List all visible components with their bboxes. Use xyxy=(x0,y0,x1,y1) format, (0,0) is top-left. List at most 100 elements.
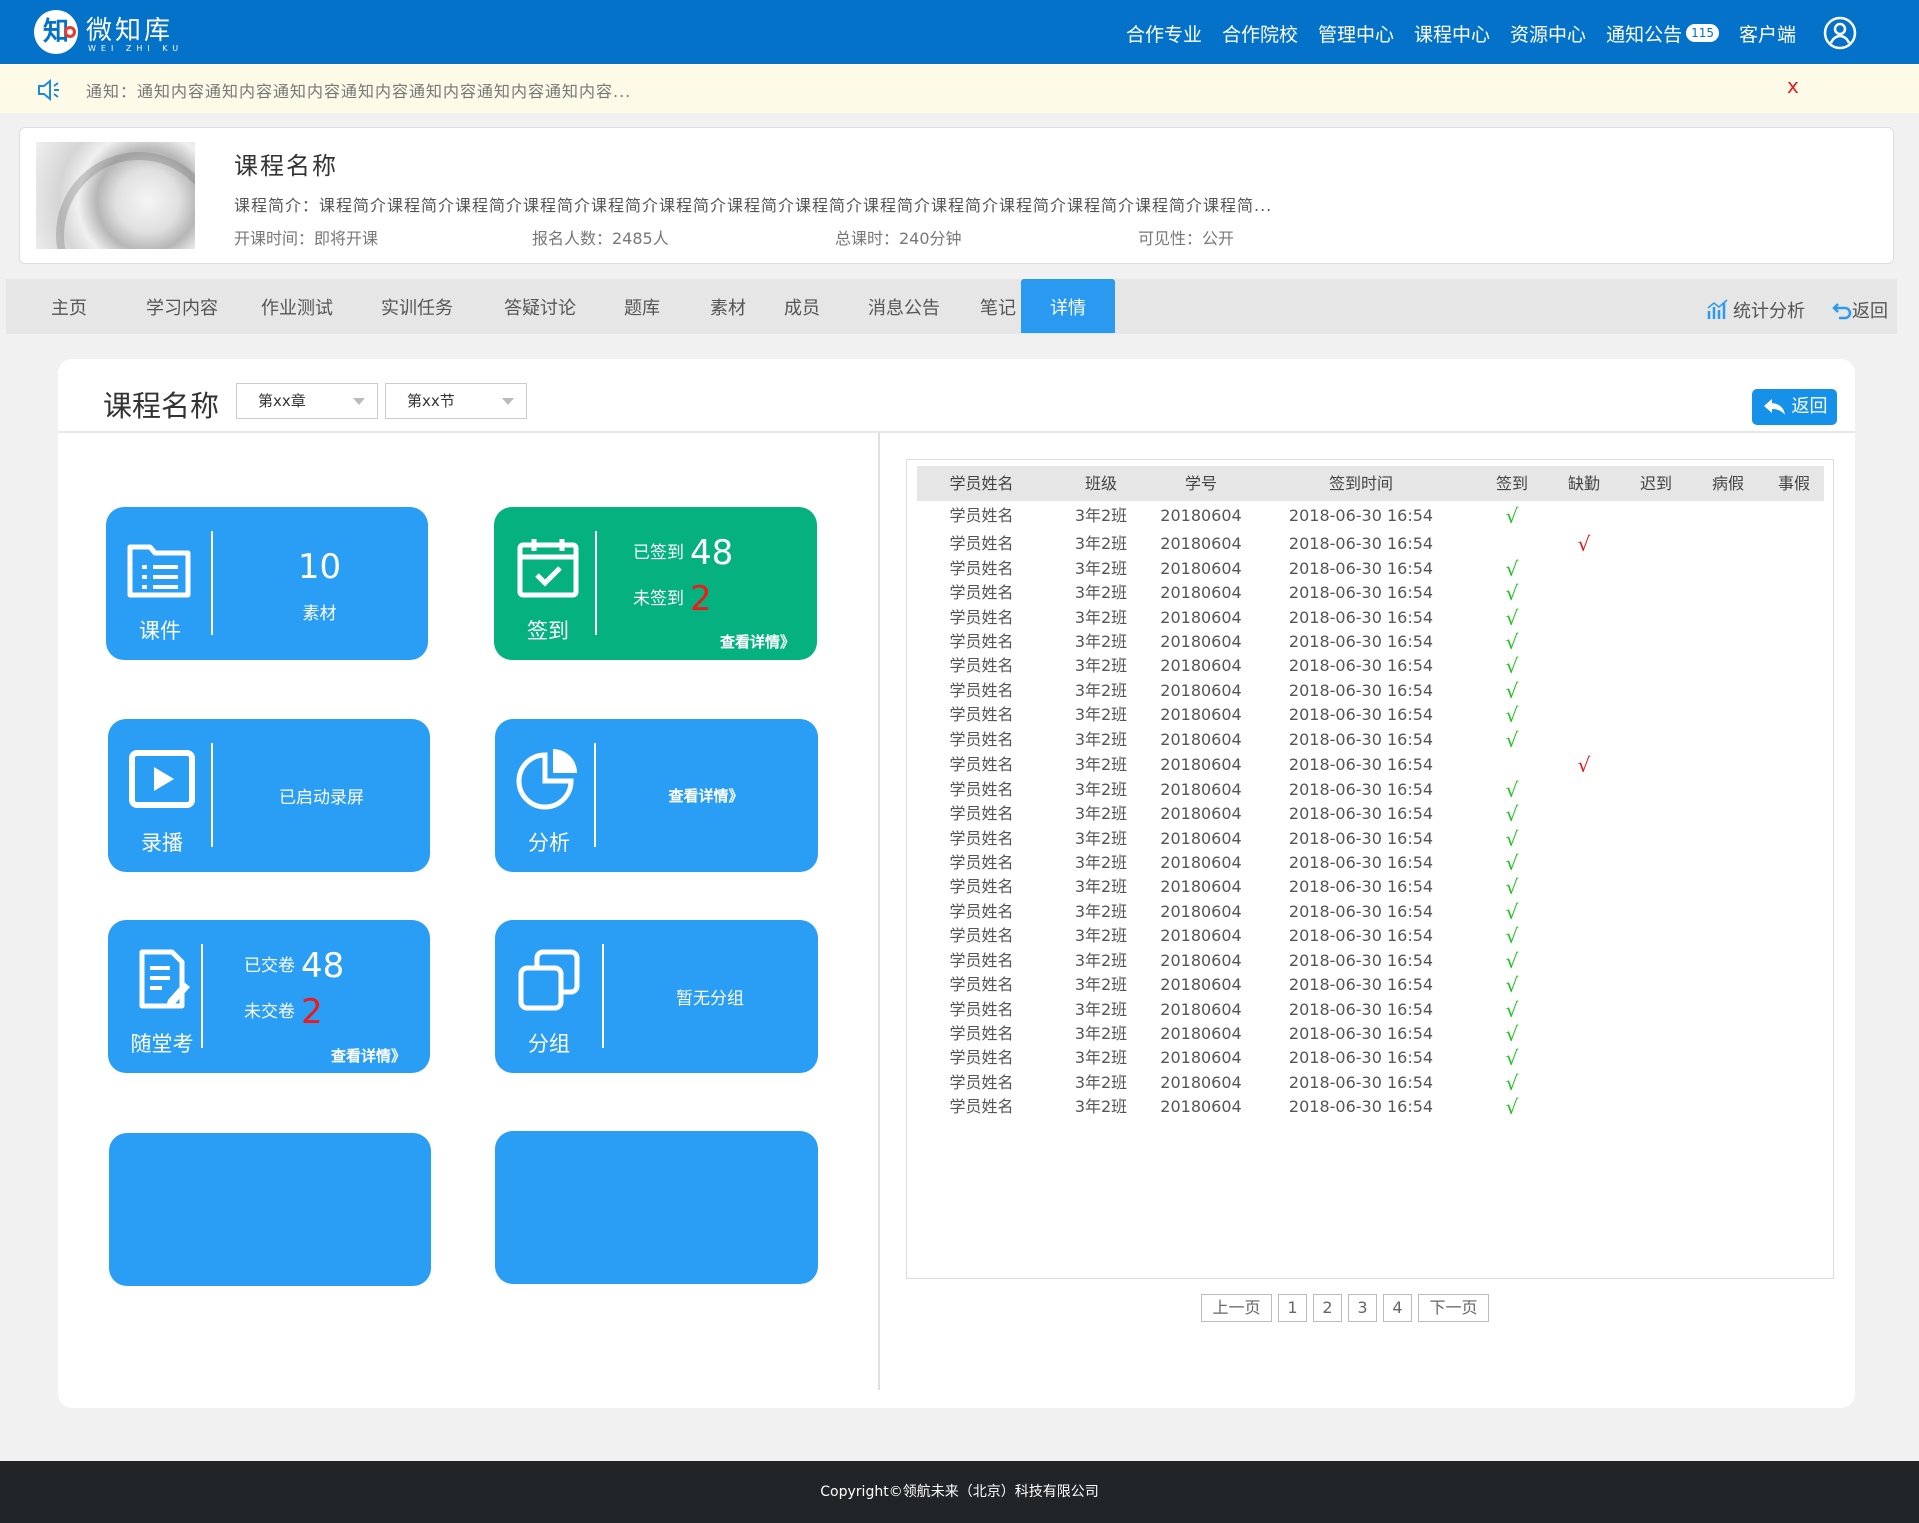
nav-management-center[interactable]: 管理中心 xyxy=(1318,20,1394,47)
panel-back-button[interactable]: 返回 xyxy=(1752,389,1837,425)
signed-label: 已签到 xyxy=(633,543,684,563)
nav-course-center[interactable]: 课程中心 xyxy=(1414,20,1490,47)
tab-details[interactable]: 详情 xyxy=(1021,279,1115,333)
unsubmitted-label: 未交卷 xyxy=(244,1002,295,1022)
signed-check-mark: √ xyxy=(1505,504,1519,528)
course-total-hours: 总课时：240分钟 xyxy=(835,229,962,248)
signed-count: 48 xyxy=(690,533,734,573)
quiz-details-link[interactable]: 查看详情》 xyxy=(331,1045,406,1066)
panel-back-label: 返回 xyxy=(1791,396,1828,417)
page-button[interactable]: 1 xyxy=(1278,1294,1307,1322)
table-cell: 学员姓名 xyxy=(949,1097,1014,1116)
bar-chart-icon xyxy=(1707,299,1728,319)
courseware-unit: 素材 xyxy=(302,604,337,624)
column-header: 学号 xyxy=(1184,474,1217,493)
page-button[interactable]: 3 xyxy=(1348,1294,1377,1322)
quiz-tile[interactable]: 随堂考 已交卷 48 未交卷 2 查看详情》 xyxy=(108,920,430,1073)
user-circle-icon[interactable] xyxy=(1823,16,1857,50)
tab-training[interactable]: 实训任务 xyxy=(372,279,462,334)
course-info-card: 课程名称 课程简介：课程简介课程简介课程简介课程简介课程简介课程简介课程简介课程… xyxy=(19,127,1894,264)
signin-label: 签到 xyxy=(527,619,569,643)
tab-notes[interactable]: 笔记 xyxy=(968,279,1028,334)
analysis-label: 分析 xyxy=(528,831,570,855)
unsubmitted-stat: 未交卷 2 xyxy=(244,992,323,1032)
table-row: 学员姓名 3年2班 20180604 2018-06-30 16:54 √ xyxy=(917,1092,1824,1122)
copyright-text: Copyright©领航未来（北京）科技有限公司 xyxy=(820,1484,1099,1500)
column-header: 签到 xyxy=(1495,474,1528,493)
page-button[interactable]: 2 xyxy=(1313,1294,1342,1322)
chapter-select[interactable]: 第xx章 xyxy=(236,383,378,419)
table-row: 学员姓名 3年2班 20180604 2018-06-30 16:54 √ xyxy=(917,501,1824,531)
tab-question-bank[interactable]: 题库 xyxy=(612,279,672,334)
panel-divider xyxy=(58,431,1855,433)
section-select-value: 第xx节 xyxy=(407,392,455,410)
tab-homework[interactable]: 作业测试 xyxy=(252,279,342,334)
speaker-icon xyxy=(38,78,59,102)
tab-messages[interactable]: 消息公告 xyxy=(859,279,949,334)
notice-close-icon[interactable]: x xyxy=(1787,74,1799,98)
stats-analysis-link[interactable]: 统计分析 xyxy=(1706,297,1805,323)
empty-tile[interactable] xyxy=(495,1131,818,1284)
tab-back-link[interactable]: 返回 xyxy=(1832,297,1888,323)
submitted-stat: 已交卷 48 xyxy=(244,946,344,986)
unsigned-stat: 未签到 2 xyxy=(633,579,712,619)
recording-status: 已启动录屏 xyxy=(279,788,364,808)
nav-notices-label: 通知公告 xyxy=(1606,23,1683,46)
nav-partner-majors[interactable]: 合作专业 xyxy=(1126,20,1202,47)
analysis-tile[interactable]: 分析 查看详情》 xyxy=(495,719,818,872)
detail-panel: 课程名称 第xx章 第xx节 返回 课件 10 素材 签到 已签到 48 未签到 2… xyxy=(58,359,1855,1408)
document-edit-icon xyxy=(139,949,190,1009)
signed-stat: 已签到 48 xyxy=(633,533,733,573)
course-start-time: 开课时间：即将开课 xyxy=(234,229,379,248)
nav-resource-center[interactable]: 资源中心 xyxy=(1510,20,1586,47)
tab-materials[interactable]: 素材 xyxy=(698,279,758,334)
notice-text: 通知：通知内容通知内容通知内容通知内容通知内容通知内容通知内容... xyxy=(86,82,632,101)
brand-subtitle: WEI ZHI KU xyxy=(88,44,184,53)
video-play-icon xyxy=(129,750,195,808)
logo-dot xyxy=(64,26,76,38)
course-title: 课程名称 xyxy=(234,152,338,180)
tile-separator xyxy=(201,944,203,1048)
tab-learning-content[interactable]: 学习内容 xyxy=(137,279,227,334)
tab-members[interactable]: 成员 xyxy=(772,279,832,334)
group-status: 暂无分组 xyxy=(676,989,744,1009)
recording-label: 录播 xyxy=(141,831,183,855)
signed-check-mark: √ xyxy=(1505,1095,1519,1119)
column-header: 迟到 xyxy=(1639,474,1672,493)
courseware-tile[interactable]: 课件 10 素材 xyxy=(106,507,428,660)
tab-back-label: 返回 xyxy=(1852,301,1888,322)
group-tile[interactable]: 分组 暂无分组 xyxy=(495,920,818,1073)
calendar-check-icon xyxy=(517,539,579,598)
analysis-details-link[interactable]: 查看详情》 xyxy=(594,785,818,806)
brand-name: 微知库 xyxy=(86,16,174,46)
nav-notices[interactable]: 通知公告 115 xyxy=(1606,20,1719,47)
column-header: 学员姓名 xyxy=(949,474,1014,493)
column-header: 班级 xyxy=(1084,474,1117,493)
section-select[interactable]: 第xx节 xyxy=(385,383,527,419)
table-cell: 3年2班 xyxy=(1074,506,1128,525)
attendance-table: 学员姓名 班级 学号 签到时间 签到 缺勤 迟到 病假 事假 学员姓名 3年2班 2… xyxy=(906,459,1834,1279)
table-cell: 2018-06-30 16:54 xyxy=(1288,506,1434,525)
nav-partner-colleges[interactable]: 合作院校 xyxy=(1222,20,1298,47)
table-cell: 20180604 xyxy=(1160,1097,1242,1116)
nav-client[interactable]: 客户端 xyxy=(1739,20,1796,47)
empty-tile[interactable] xyxy=(109,1133,431,1286)
return-arrow-icon xyxy=(1832,303,1852,320)
tab-home[interactable]: 主页 xyxy=(36,279,102,334)
course-visibility: 可见性：公开 xyxy=(1138,229,1235,248)
signin-tile[interactable]: 签到 已签到 48 未签到 2 查看详情》 xyxy=(494,507,817,660)
group-label: 分组 xyxy=(528,1032,570,1056)
tab-qa[interactable]: 答疑讨论 xyxy=(495,279,585,334)
course-description: 课程简介：课程简介课程简介课程简介课程简介课程简介课程简介课程简介课程简介课程简… xyxy=(234,196,1273,215)
recording-tile[interactable]: 录播 已启动录屏 xyxy=(108,719,430,872)
signin-details-link[interactable]: 查看详情》 xyxy=(720,631,795,652)
folder-list-icon xyxy=(127,544,191,598)
chevron-down-icon xyxy=(502,398,514,405)
reply-arrow-icon xyxy=(1763,399,1785,415)
notice-bar: 通知：通知内容通知内容通知内容通知内容通知内容通知内容通知内容... x xyxy=(0,64,1919,113)
next-page-button[interactable]: 下一页 xyxy=(1418,1294,1489,1322)
prev-page-button[interactable]: 上一页 xyxy=(1201,1294,1272,1322)
course-cover-image xyxy=(36,142,195,249)
logo[interactable]: 知 微知库 WEI ZHI KU xyxy=(34,6,184,54)
page-button[interactable]: 4 xyxy=(1383,1294,1412,1322)
